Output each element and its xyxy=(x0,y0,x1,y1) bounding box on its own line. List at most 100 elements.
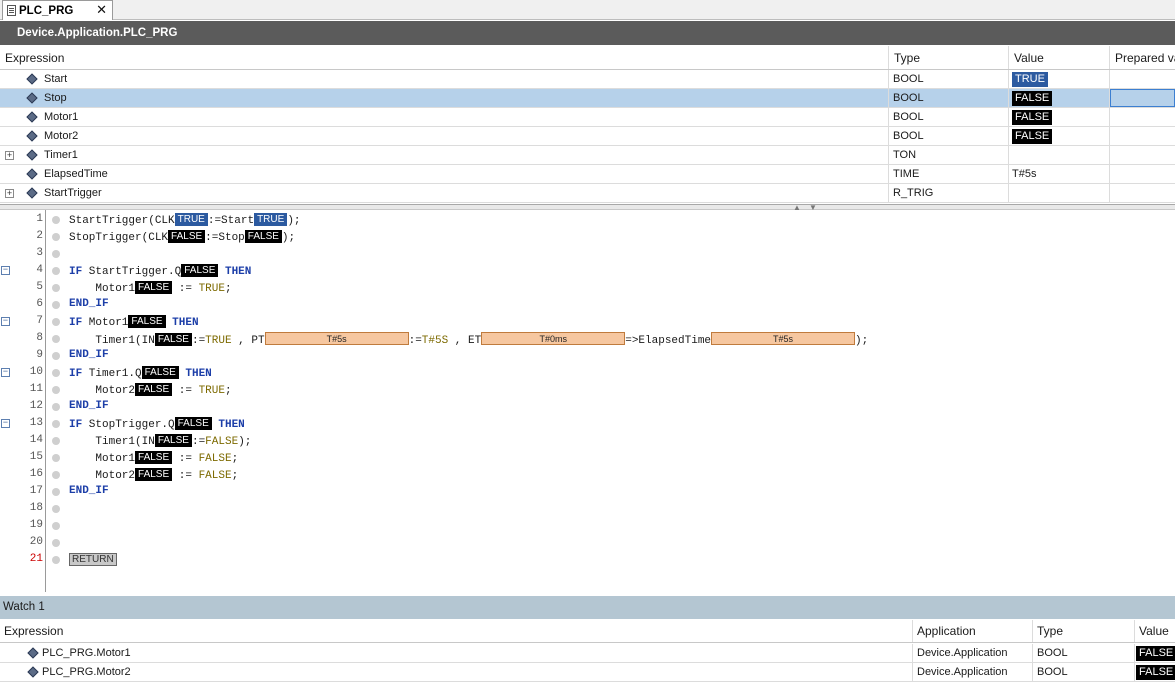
breakpoint-marker-icon[interactable] xyxy=(52,556,60,564)
inline-value-time[interactable]: T#0ms xyxy=(481,332,626,345)
inline-value-false[interactable]: FALSE xyxy=(181,264,219,277)
breakpoint-marker-icon[interactable] xyxy=(52,233,60,241)
value-cell[interactable] xyxy=(1009,146,1110,164)
expression-cell[interactable]: ElapsedTime xyxy=(0,165,889,183)
prepared-value-input[interactable] xyxy=(1110,89,1175,107)
code-line[interactable]: 15 Motor1 FALSE := FALSE; xyxy=(0,450,1175,467)
breakpoint-marker-icon[interactable] xyxy=(52,403,60,411)
breakpoint-marker-icon[interactable] xyxy=(52,284,60,292)
inline-value-true[interactable]: TRUE xyxy=(174,213,208,226)
code-editor[interactable]: 1 StartTrigger(CLK TRUE:=Start TRUE); 2 StopT… xyxy=(0,210,1175,592)
code-line[interactable]: 8 Timer1(IN FALSE:=TRUE , PT T#5s:=T#5S , … xyxy=(0,331,1175,348)
fold-toggle-icon[interactable]: − xyxy=(1,368,10,377)
table-row[interactable]: Start BOOL TRUE xyxy=(0,70,1175,89)
breakpoint-marker-icon[interactable] xyxy=(52,505,60,513)
prepared-value-cell[interactable] xyxy=(1110,89,1175,107)
breakpoint-marker-icon[interactable] xyxy=(52,522,60,530)
code-line[interactable]: 3 xyxy=(0,246,1175,263)
prepared-value-cell[interactable] xyxy=(1110,165,1175,183)
watch-value-cell[interactable]: FALSE xyxy=(1135,663,1175,681)
breakpoint-marker-icon[interactable] xyxy=(52,454,60,462)
inline-value-time[interactable]: T#5s xyxy=(711,332,856,345)
prepared-value-cell[interactable] xyxy=(1110,127,1175,145)
code-line[interactable]: 11 Motor2 FALSE := TRUE; xyxy=(0,382,1175,399)
breakpoint-marker-icon[interactable] xyxy=(52,386,60,394)
code-line[interactable]: 9 END_IF xyxy=(0,348,1175,365)
value-cell[interactable]: TRUE xyxy=(1009,70,1110,88)
value-cell[interactable] xyxy=(1009,184,1110,202)
code-line[interactable]: − 10 IF Timer1.Q FALSE THEN xyxy=(0,365,1175,382)
inline-value-false[interactable]: FALSE xyxy=(128,315,166,328)
code-line[interactable]: 18 xyxy=(0,501,1175,518)
column-header-value[interactable]: Value xyxy=(1009,46,1110,69)
watch-value-cell[interactable]: FALSE xyxy=(1135,644,1175,662)
inline-value-false[interactable]: FALSE xyxy=(174,417,212,430)
prepared-value-cell[interactable] xyxy=(1110,146,1175,164)
close-icon[interactable]: ✕ xyxy=(96,2,107,18)
fold-toggle-icon[interactable]: − xyxy=(1,317,10,326)
inline-value-time[interactable]: T#5s xyxy=(264,332,409,345)
code-line[interactable]: 12 END_IF xyxy=(0,399,1175,416)
watch-expression-cell[interactable]: PLC_PRG.Motor1 xyxy=(0,644,913,662)
table-row[interactable]: Stop BOOL FALSE xyxy=(0,89,1175,108)
table-row[interactable]: + Timer1 TON xyxy=(0,146,1175,165)
value-cell[interactable]: FALSE xyxy=(1009,127,1110,145)
prepared-value-cell[interactable] xyxy=(1110,70,1175,88)
breakpoint-marker-icon[interactable] xyxy=(52,216,60,224)
inline-value-true[interactable]: TRUE xyxy=(254,213,288,226)
code-line[interactable]: 5 Motor1 FALSE := TRUE; xyxy=(0,280,1175,297)
watch-column-expression[interactable]: Expression xyxy=(0,620,913,642)
code-line[interactable]: 17 END_IF xyxy=(0,484,1175,501)
code-line[interactable]: 21 RETURN xyxy=(0,552,1175,569)
breakpoint-marker-icon[interactable] xyxy=(52,250,60,258)
expand-icon[interactable]: + xyxy=(5,188,14,198)
breakpoint-marker-icon[interactable] xyxy=(52,420,60,428)
breakpoint-marker-icon[interactable] xyxy=(52,301,60,309)
watch-panel-title[interactable]: Watch 1 xyxy=(0,596,1175,619)
table-row[interactable]: + StartTrigger R_TRIG xyxy=(0,184,1175,203)
code-line[interactable]: − 13 IF StopTrigger.Q FALSE THEN xyxy=(0,416,1175,433)
breakpoint-marker-icon[interactable] xyxy=(52,488,60,496)
prepared-value-cell[interactable] xyxy=(1110,184,1175,202)
breakpoint-marker-icon[interactable] xyxy=(52,267,60,275)
watch-column-type[interactable]: Type xyxy=(1033,620,1135,642)
code-line[interactable]: 6 END_IF xyxy=(0,297,1175,314)
expression-cell[interactable]: Stop xyxy=(0,89,889,107)
value-cell[interactable]: FALSE xyxy=(1009,108,1110,126)
code-line[interactable]: 2 StopTrigger(CLK FALSE:=Stop FALSE); xyxy=(0,229,1175,246)
breakpoint-marker-icon[interactable] xyxy=(52,437,60,445)
watch-expression-cell[interactable]: PLC_PRG.Motor2 xyxy=(0,663,913,681)
watch-row[interactable]: PLC_PRG.Motor1 Device.Application BOOL FALS… xyxy=(0,644,1175,663)
expression-cell[interactable]: + Timer1 xyxy=(0,146,889,164)
table-row[interactable]: Motor1 BOOL FALSE xyxy=(0,108,1175,127)
expression-cell[interactable]: Start xyxy=(0,70,889,88)
fold-toggle-icon[interactable]: − xyxy=(1,266,10,275)
column-header-type[interactable]: Type xyxy=(889,46,1009,69)
fold-toggle-icon[interactable]: − xyxy=(1,419,10,428)
expand-icon[interactable]: + xyxy=(5,150,14,160)
watch-row[interactable]: PLC_PRG.Motor2 Device.Application BOOL FALS… xyxy=(0,663,1175,682)
value-cell[interactable]: FALSE xyxy=(1009,89,1110,107)
breakpoint-marker-icon[interactable] xyxy=(52,539,60,547)
breakpoint-marker-icon[interactable] xyxy=(52,369,60,377)
inline-value-false[interactable]: FALSE xyxy=(135,451,173,464)
expression-cell[interactable]: Motor2 xyxy=(0,127,889,145)
column-header-expression[interactable]: Expression xyxy=(0,46,889,69)
breakpoint-marker-icon[interactable] xyxy=(52,318,60,326)
watch-column-value[interactable]: Value xyxy=(1135,620,1175,642)
code-line[interactable]: 19 xyxy=(0,518,1175,535)
value-cell[interactable]: T#5s xyxy=(1009,165,1110,183)
column-header-prepared-value[interactable]: Prepared va xyxy=(1110,46,1175,69)
prepared-value-cell[interactable] xyxy=(1110,108,1175,126)
inline-value-false[interactable]: FALSE xyxy=(141,366,179,379)
breakpoint-marker-icon[interactable] xyxy=(52,471,60,479)
code-line[interactable]: 14 Timer1(IN FALSE:=FALSE); xyxy=(0,433,1175,450)
inline-value-false[interactable]: FALSE xyxy=(135,468,173,481)
inline-value-false[interactable]: FALSE xyxy=(135,383,173,396)
inline-value-false[interactable]: FALSE xyxy=(154,333,192,346)
expression-cell[interactable]: + StartTrigger xyxy=(0,184,889,202)
code-line[interactable]: − 7 IF Motor1 FALSE THEN xyxy=(0,314,1175,331)
table-row[interactable]: ElapsedTime TIME T#5s xyxy=(0,165,1175,184)
inline-value-false[interactable]: FALSE xyxy=(135,281,173,294)
inline-value-false[interactable]: FALSE xyxy=(244,230,282,243)
